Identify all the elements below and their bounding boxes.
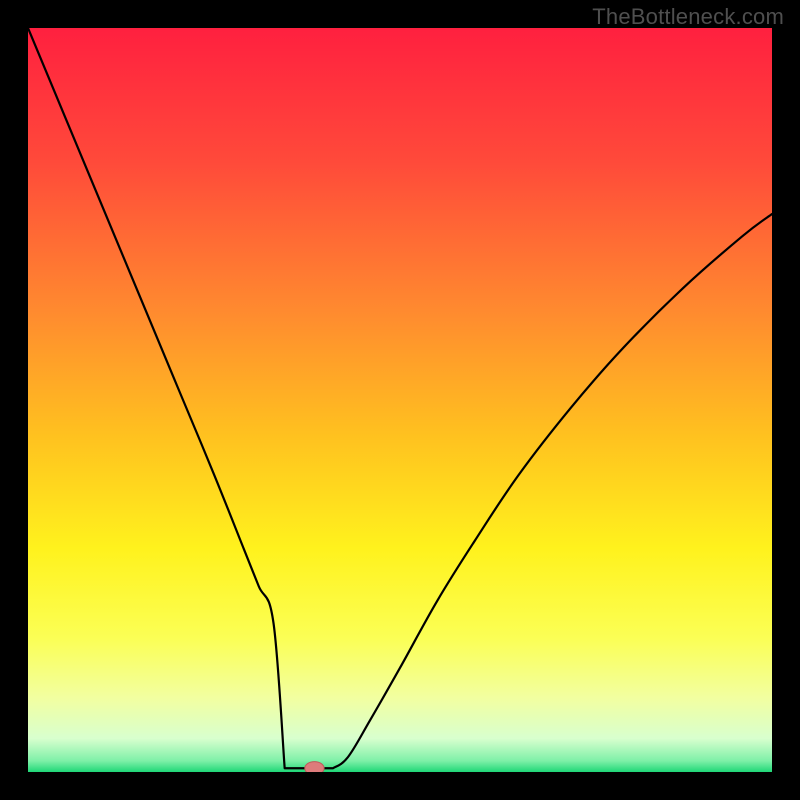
plot-svg [28,28,772,772]
gradient-background [28,28,772,772]
plot-area [28,28,772,772]
watermark-text: TheBottleneck.com [592,4,784,30]
optimum-marker [305,762,324,772]
chart-frame: TheBottleneck.com [0,0,800,800]
